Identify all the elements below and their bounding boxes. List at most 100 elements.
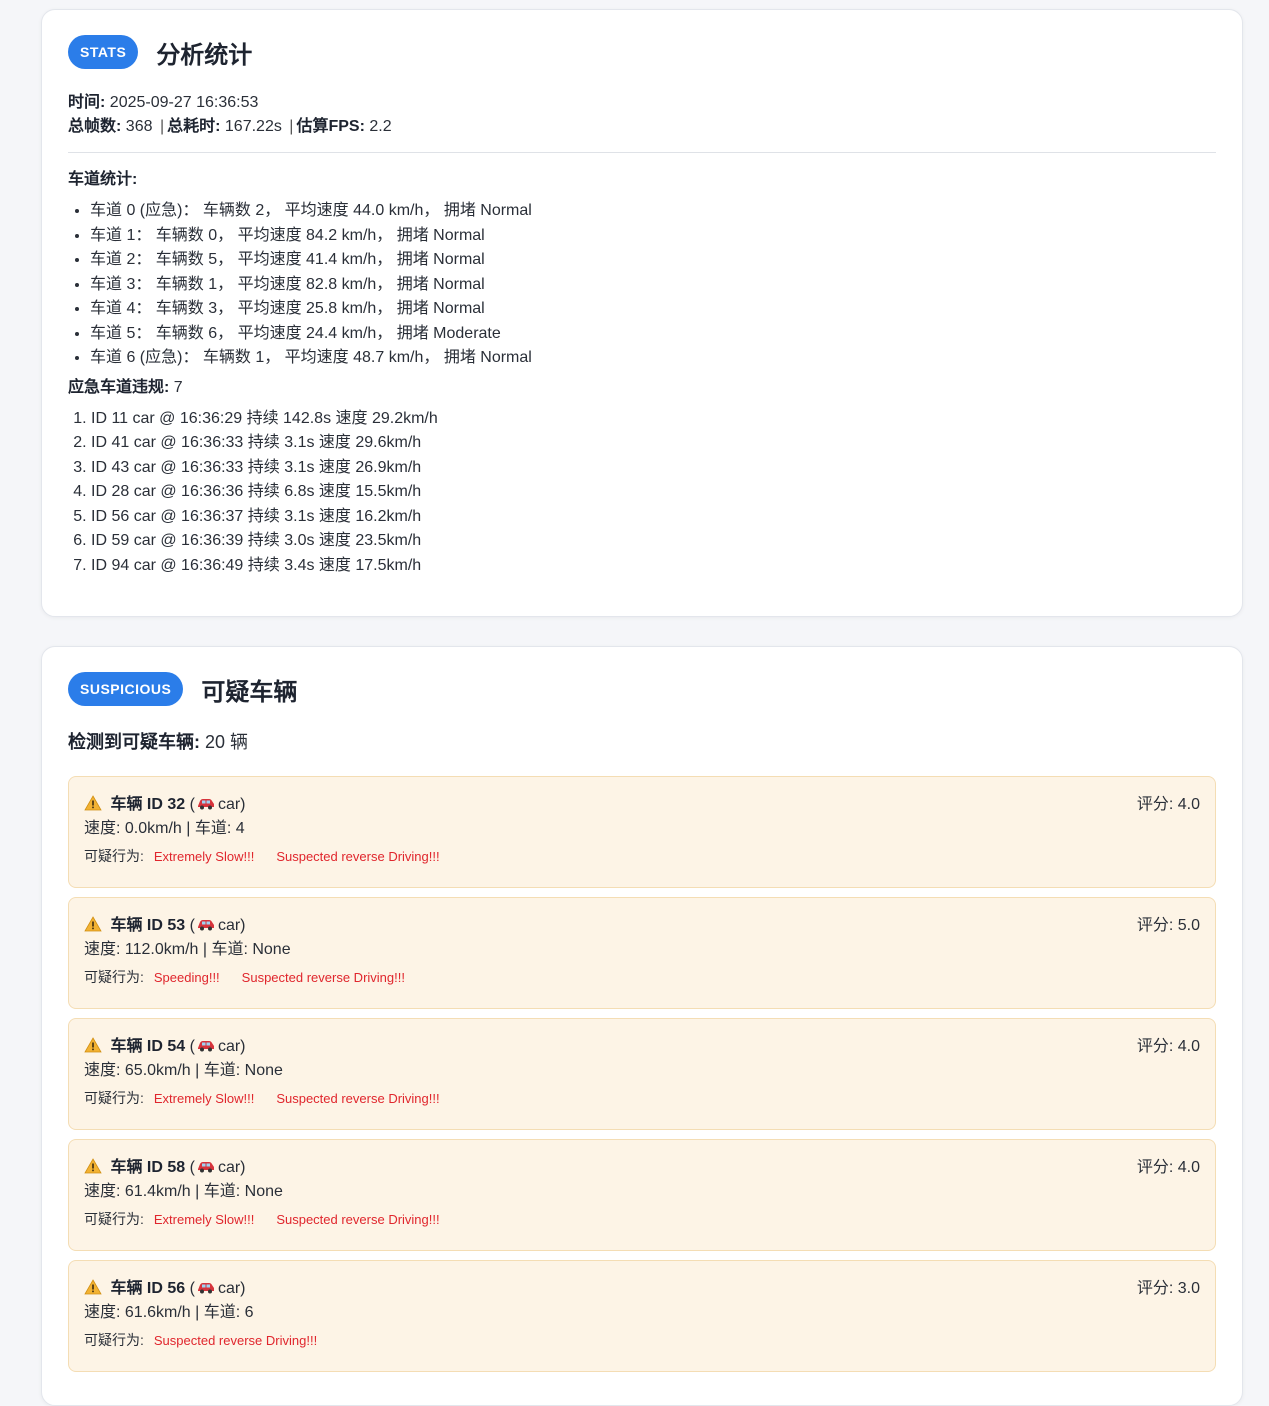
vehicle-score: 评分: 3.0 bbox=[1136, 1280, 1200, 1297]
lane-item: 车道 2： 车辆数 5， 平均速度 41.4 km/h， 拥堵 Normal bbox=[90, 248, 1216, 273]
car-icon bbox=[197, 1162, 214, 1173]
violation-item: ID 59 car @ 16:36:39 持续 3.0s 速度 23.5km/h bbox=[91, 529, 1216, 554]
vehicle-list: 车辆 ID 32 ( car) 评分: 4.0 速度: 0.0km/h | 车道:… bbox=[68, 776, 1216, 1372]
paren-open: ( bbox=[189, 1159, 195, 1176]
vehicle-card: 车辆 ID 56 (car) 评分: 3.0 速度: 61.6km/h | 车道… bbox=[68, 1260, 1216, 1372]
lane-item: 车道 1： 车辆数 0， 平均速度 84.2 km/h， 拥堵 Normal bbox=[90, 224, 1216, 249]
suspicious-tag: SUSPICIOUS bbox=[68, 672, 184, 706]
vehicle-title: 车辆 ID 53 ( car) bbox=[84, 914, 1200, 938]
stats-tag: STATS bbox=[68, 35, 139, 69]
vehicle-id: 车辆 ID 53 bbox=[110, 917, 186, 934]
lane-item: 车道 5： 车辆数 6， 平均速度 24.4 km/h， 拥堵 Moderate bbox=[90, 322, 1216, 347]
violations-count: 7 bbox=[173, 378, 183, 396]
vehicle-id: 车辆 ID 56 bbox=[110, 1280, 186, 1297]
vehicle-id: 车辆 ID 32 bbox=[110, 796, 186, 813]
divider bbox=[68, 152, 1216, 153]
frames-value: 368 bbox=[125, 118, 153, 135]
vehicle-card: 车辆 ID 53 ( car) 评分: 5.0 速度: 112.0km/h | 车… bbox=[68, 897, 1216, 1009]
stats-card: STATS 分析统计 时间: 2025-09-27 16:36:53 总帧数: … bbox=[41, 9, 1243, 617]
lane-item: 车道 4： 车辆数 3， 平均速度 25.8 km/h， 拥堵 Normal bbox=[90, 297, 1216, 322]
vehicle-card: 车辆 ID 54 (car) 评分: 4.0 速度: 65.0km/h | 车道… bbox=[68, 1018, 1216, 1130]
paren-open: ( bbox=[189, 1280, 195, 1297]
vehicle-score: 评分: 4.0 bbox=[1136, 1159, 1200, 1176]
paren-close: ) bbox=[240, 1038, 246, 1055]
car-icon bbox=[197, 1041, 214, 1052]
separator: | bbox=[289, 118, 294, 135]
paren-close: ) bbox=[240, 917, 246, 934]
lane-item: 车道 3： 车辆数 1， 平均速度 82.8 km/h， 拥堵 Normal bbox=[90, 273, 1216, 298]
violation-item: ID 41 car @ 16:36:33 持续 3.1s 速度 29.6km/h bbox=[91, 431, 1216, 456]
car-icon bbox=[197, 920, 214, 931]
paren-close: ) bbox=[240, 796, 246, 813]
lane-stats-label: 车道统计: bbox=[68, 171, 138, 188]
vehicle-behaviors: 可疑行为: Extremely Slow!!! Suspected reverse … bbox=[84, 846, 1200, 867]
duration-label: 总耗时: bbox=[167, 118, 221, 135]
behaviors-label: 可疑行为: bbox=[84, 1332, 144, 1348]
vehicle-score: 评分: 4.0 bbox=[1136, 796, 1200, 813]
behavior-tag: Suspected reverse Driving!!! bbox=[276, 849, 440, 864]
vehicle-id: 车辆 ID 54 bbox=[110, 1038, 186, 1055]
behaviors-label: 可疑行为: bbox=[84, 969, 144, 985]
car-icon bbox=[197, 799, 214, 810]
fps-label: 估算FPS: bbox=[296, 118, 365, 135]
violation-item: ID 56 car @ 16:36:37 持续 3.1s 速度 16.2km/h bbox=[91, 505, 1216, 530]
violation-item: ID 11 car @ 16:36:29 持续 142.8s 速度 29.2km… bbox=[91, 407, 1216, 432]
paren-open: ( bbox=[189, 796, 195, 813]
vehicle-type: car bbox=[217, 1038, 241, 1055]
vehicle-score: 评分: 5.0 bbox=[1136, 917, 1200, 934]
violations-label: 应急车道违规: bbox=[68, 378, 170, 396]
behavior-tag: Extremely Slow!!! bbox=[153, 1212, 255, 1227]
behavior-tag: Speeding!!! bbox=[153, 970, 220, 985]
warning-icon bbox=[84, 795, 102, 811]
stats-meta: 时间: 2025-09-27 16:36:53 总帧数: 368 | 总耗时: 1… bbox=[68, 91, 1216, 139]
suspicious-card: SUSPICIOUS 可疑车辆 检测到可疑车辆: 20 辆 车辆 ID 32 (… bbox=[41, 646, 1243, 1406]
summary-row: 总帧数: 368 | 总耗时: 167.22s | 估算FPS: 2.2 bbox=[68, 115, 1216, 139]
vehicle-info: 速度: 0.0km/h | 车道: 4 bbox=[84, 820, 245, 837]
warning-icon bbox=[84, 1279, 102, 1295]
behavior-tag: Suspected reverse Driving!!! bbox=[153, 1333, 318, 1348]
lane-item: 车道 0 (应急)： 车辆数 2， 平均速度 44.0 km/h， 拥堵 Nor… bbox=[90, 199, 1216, 224]
suspicious-title: 可疑车辆 bbox=[201, 678, 298, 706]
vehicle-card: 车辆 ID 32 ( car) 评分: 4.0 速度: 0.0km/h | 车道:… bbox=[68, 776, 1216, 888]
lane-item: 车道 6 (应急)： 车辆数 1， 平均速度 48.7 km/h， 拥堵 Nor… bbox=[90, 346, 1216, 371]
vehicle-info: 速度: 112.0km/h | 车道: None bbox=[84, 941, 291, 958]
detected-label: 检测到可疑车辆: bbox=[68, 732, 200, 752]
vehicle-info: 速度: 65.0km/h | 车道: None bbox=[84, 1062, 283, 1079]
vehicle-type: car bbox=[217, 796, 241, 813]
violation-item: ID 43 car @ 16:36:33 持续 3.1s 速度 26.9km/h bbox=[91, 456, 1216, 481]
behaviors-label: 可疑行为: bbox=[84, 1090, 144, 1106]
paren-open: ( bbox=[189, 917, 195, 934]
stats-title: 分析统计 bbox=[156, 41, 253, 69]
paren-close: ) bbox=[240, 1159, 246, 1176]
vehicle-title: 车辆 ID 54 ( car) bbox=[84, 1035, 1200, 1059]
behaviors-label: 可疑行为: bbox=[84, 848, 144, 864]
stats-header: STATS 分析统计 bbox=[68, 35, 1216, 69]
time-value: 2025-09-27 16:36:53 bbox=[109, 94, 259, 111]
vehicle-type: car bbox=[217, 917, 241, 934]
behavior-tag: Suspected reverse Driving!!! bbox=[276, 1212, 440, 1227]
violation-item: ID 28 car @ 16:36:36 持续 6.8s 速度 15.5km/h bbox=[91, 480, 1216, 505]
violations-header: 应急车道违规: 7 bbox=[68, 377, 1216, 399]
behavior-tag: Extremely Slow!!! bbox=[153, 849, 255, 864]
car-icon bbox=[197, 1283, 214, 1294]
vehicle-behaviors: 可疑行为: Extremely Slow!!! Suspected reverse … bbox=[84, 1088, 1200, 1109]
violation-item: ID 94 car @ 16:36:49 持续 3.4s 速度 17.5km/h bbox=[91, 554, 1216, 579]
vehicle-type: car bbox=[217, 1280, 241, 1297]
detected-value: 20 辆 bbox=[205, 732, 249, 752]
time-label: 时间: bbox=[68, 94, 106, 111]
separator: | bbox=[159, 118, 165, 135]
behavior-tag: Extremely Slow!!! bbox=[153, 1091, 255, 1106]
frames-label: 总帧数: bbox=[68, 118, 122, 135]
vehicle-id: 车辆 ID 58 bbox=[110, 1159, 186, 1176]
violations-list: ID 11 car @ 16:36:29 持续 142.8s 速度 29.2km… bbox=[68, 407, 1216, 579]
vehicle-card: 车辆 ID 58 (car) 评分: 4.0 速度: 61.4km/h | 车道… bbox=[68, 1139, 1216, 1251]
warning-icon bbox=[84, 1158, 102, 1174]
lane-list: 车道 0 (应急)： 车辆数 2， 平均速度 44.0 km/h， 拥堵 Nor… bbox=[68, 199, 1216, 371]
vehicle-info: 速度: 61.4km/h | 车道: None bbox=[84, 1183, 283, 1200]
vehicle-behaviors: 可疑行为: Suspected reverse Driving!!! bbox=[84, 1330, 1200, 1351]
paren-open: ( bbox=[189, 1038, 195, 1055]
warning-icon bbox=[84, 916, 102, 932]
vehicle-info: 速度: 61.6km/h | 车道: 6 bbox=[84, 1304, 254, 1321]
behavior-tag: Suspected reverse Driving!!! bbox=[241, 970, 405, 985]
time-row: 时间: 2025-09-27 16:36:53 bbox=[68, 91, 1216, 115]
